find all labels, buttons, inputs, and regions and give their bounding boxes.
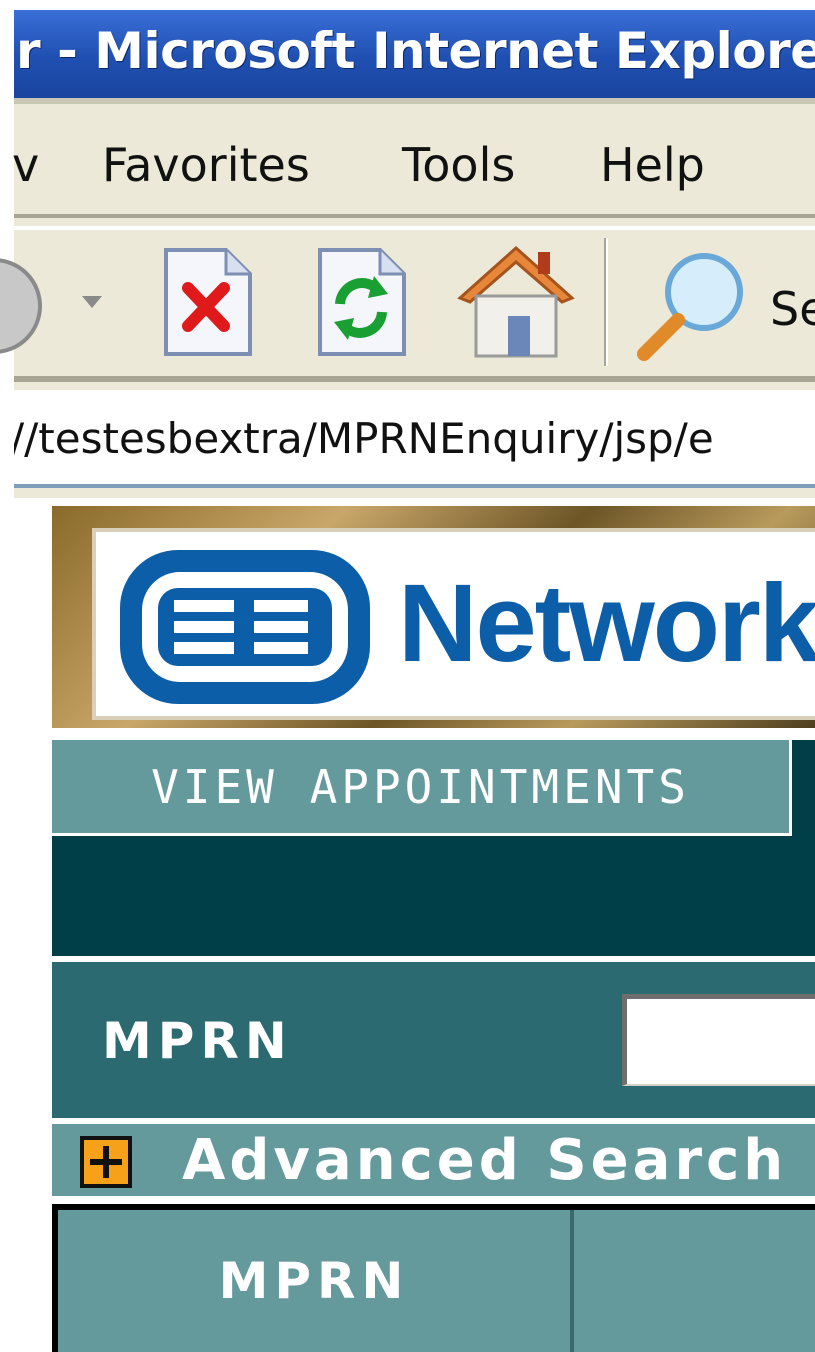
menu-favorites[interactable]: Favorites (102, 138, 310, 192)
toolbar: Se (0, 226, 815, 386)
results-table-header: MPRN (52, 1204, 815, 1352)
logo-panel: Network (92, 528, 815, 720)
page-content: Network VIEW APPOINTMENTS MPRN Advanced … (0, 498, 815, 1352)
menu-help[interactable]: Help (600, 138, 705, 192)
logo-text: Network (398, 562, 815, 685)
advanced-search-toggle[interactable]: Advanced Search (52, 1124, 815, 1196)
toolbar-divider (604, 238, 608, 366)
search-row: MPRN (52, 962, 815, 1118)
window-title-bar[interactable]: r - Microsoft Internet Explorer (14, 10, 815, 98)
mprn-label: MPRN (102, 1012, 293, 1070)
address-url[interactable]: //testesbextra/MPRNEnquiry/jsp/e (14, 414, 714, 463)
header-banner: Network (52, 506, 815, 728)
menu-separator (14, 214, 815, 218)
advanced-search-label: Advanced Search (182, 1128, 788, 1193)
nav-band (52, 836, 815, 956)
menu-tools[interactable]: Tools (402, 138, 515, 192)
tab-view-appointments[interactable]: VIEW APPOINTMENTS (52, 740, 792, 836)
forward-icon[interactable] (0, 254, 48, 358)
window-title: r - Microsoft Internet Explorer (16, 22, 815, 80)
refresh-icon[interactable] (316, 246, 408, 358)
nav-tabs: VIEW APPOINTMENTS (52, 740, 815, 836)
chevron-down-icon[interactable] (80, 294, 104, 310)
address-border (14, 484, 815, 488)
address-bar[interactable]: //testesbextra/MPRNEnquiry/jsp/e (14, 386, 815, 498)
search-button-label[interactable]: Se (770, 282, 815, 336)
stop-icon[interactable] (162, 246, 254, 358)
plus-icon[interactable] (80, 1136, 132, 1188)
search-icon[interactable] (632, 246, 752, 364)
menu-view[interactable]: v (12, 138, 39, 192)
toolbar-separator (14, 376, 815, 382)
home-icon[interactable] (454, 242, 578, 362)
column-header-mprn: MPRN (58, 1210, 574, 1352)
menu-bar: v Favorites Tools Help (12, 98, 815, 226)
esb-logo-icon (120, 550, 370, 704)
mprn-input[interactable] (622, 994, 815, 1086)
